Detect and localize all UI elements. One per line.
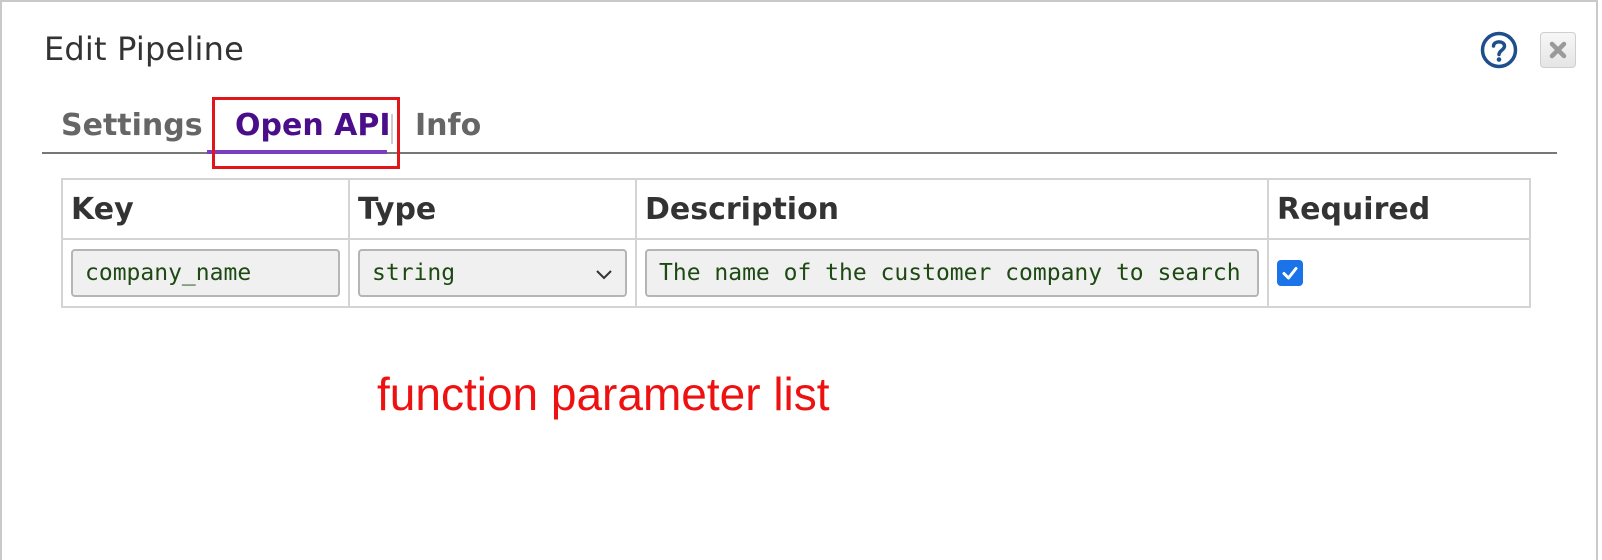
column-header-description: Description [635,178,1269,240]
dialog-title: Edit Pipeline [44,30,244,68]
key-input-value: company_name [85,260,252,286]
checkmark-icon [1282,267,1298,280]
close-button[interactable] [1540,32,1576,68]
table-header-row: Key Type Description Required [61,178,1531,240]
highlight-box-open-api [212,97,400,169]
description-cell: The name of the customer company to sear… [635,238,1269,308]
column-header-required: Required [1267,178,1531,240]
help-icon[interactable] [1480,31,1518,69]
required-cell [1267,238,1531,308]
tab-settings[interactable]: Settings [61,108,203,143]
type-select-value: string [372,260,456,286]
description-input[interactable]: The name of the customer company to sear… [645,249,1259,297]
annotation-label: function parameter list [377,368,830,420]
column-header-type: Type [348,178,637,240]
type-cell: string [348,238,637,308]
close-x-icon [1549,41,1567,59]
column-header-key: Key [61,178,350,240]
table-row: company_name string The name of the cust… [61,238,1531,308]
tab-info[interactable]: Info [415,108,481,143]
type-select[interactable]: string [358,249,627,297]
chevron-down-icon [596,270,612,280]
edit-pipeline-dialog: Edit Pipeline Settings Open API Info Key… [0,0,1598,560]
key-cell: company_name [61,238,350,308]
parameter-table: Key Type Description Required company_na… [61,178,1531,308]
required-checkbox[interactable] [1277,260,1303,286]
key-input[interactable]: company_name [71,249,340,297]
description-input-value: The name of the customer company to sear… [659,260,1241,286]
